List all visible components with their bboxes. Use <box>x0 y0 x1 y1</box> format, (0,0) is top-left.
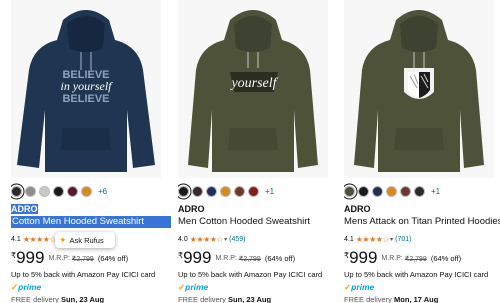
mrp-label: M.R.P: <box>215 255 237 262</box>
color-swatch[interactable] <box>67 185 78 197</box>
delivery-info: FREE delivery Sun, 23 Aug <box>178 295 271 303</box>
mrp-value: ₹2,799 <box>238 256 261 263</box>
product-card[interactable]: yourself +1 ADRO Men Cotton Hooded Sweat… <box>178 0 338 303</box>
color-swatch[interactable] <box>344 185 355 197</box>
prime-badge: ✓prime <box>11 282 41 293</box>
chevron-down-icon[interactable]: ▾ <box>390 236 393 243</box>
mrp-value: ₹2,799 <box>404 256 427 263</box>
prime-label: prime <box>351 282 375 292</box>
prime-badge: ✓prime <box>344 282 374 293</box>
color-swatch[interactable] <box>358 185 369 197</box>
color-swatch[interactable] <box>81 185 92 197</box>
price: 999 <box>349 248 378 267</box>
product-title[interactable]: Men Cotton Hooded Sweatshirt <box>178 216 338 228</box>
prime-label: prime <box>185 282 209 292</box>
delivery-date: Sun, 23 Aug <box>228 295 272 303</box>
mrp-value: ₹2,799 <box>71 256 94 263</box>
delivery-label: FREE delivery <box>344 295 392 303</box>
color-swatch[interactable] <box>386 185 397 197</box>
prime-badge: ✓prime <box>178 282 208 293</box>
rating-value: 4.1 <box>344 235 354 243</box>
discount: (64% off) <box>264 254 296 263</box>
more-colors-link[interactable]: +6 <box>98 187 107 196</box>
cashback-offer: Up to 5% back with Amazon Pay ICICI card <box>178 270 323 279</box>
product-brand: ADRO <box>344 204 371 214</box>
discount: (64% off) <box>430 254 462 263</box>
chevron-down-icon[interactable]: ▾ <box>224 236 227 243</box>
color-swatch[interactable] <box>178 185 189 197</box>
product-brand: ADRO <box>11 204 38 214</box>
discount: (64% off) <box>97 254 129 263</box>
delivery-date: Sun, 23 Aug <box>61 295 105 303</box>
color-swatch[interactable] <box>39 185 50 197</box>
product-brand: ADRO <box>178 204 205 214</box>
product-rating[interactable]: 4.1 ★★★★☆ <box>11 233 57 245</box>
color-swatches: +1 <box>344 184 440 198</box>
price: 999 <box>16 248 45 267</box>
delivery-label: FREE delivery <box>178 295 226 303</box>
star-rating-icon: ★★★★☆ <box>355 234 390 244</box>
ask-rufus-button[interactable]: ✦ Ask Rufus <box>55 232 115 248</box>
review-count[interactable]: (459) <box>229 236 245 243</box>
review-count[interactable]: (701) <box>395 236 411 243</box>
mrp-label: M.R.P: <box>48 255 70 262</box>
rufus-icon: ✦ <box>59 234 67 245</box>
product-grid: BELIEVE in yourself BELIEVE +6 ADRO Cott… <box>0 0 500 303</box>
print-text-believe-bottom: BELIEVE <box>62 93 109 105</box>
color-swatch[interactable] <box>206 185 217 197</box>
color-swatch[interactable] <box>11 185 22 197</box>
color-swatch[interactable] <box>234 185 245 197</box>
delivery-info: FREE delivery Mon, 17 Aug <box>344 295 438 303</box>
product-rating[interactable]: 4.1 ★★★★☆ ▾ (701) <box>344 233 411 245</box>
delivery-info: FREE delivery Sun, 23 Aug <box>11 295 104 303</box>
rating-value: 4.1 <box>11 235 21 243</box>
color-swatch[interactable] <box>53 185 64 197</box>
delivery-label: FREE delivery <box>11 295 59 303</box>
delivery-date: Mon, 17 Aug <box>394 295 439 303</box>
color-swatch[interactable] <box>400 185 411 197</box>
color-swatch[interactable] <box>414 185 425 197</box>
color-swatch[interactable] <box>25 185 36 197</box>
color-swatch[interactable] <box>372 185 383 197</box>
more-colors-link[interactable]: +1 <box>265 187 274 196</box>
wings-of-freedom-emblem-icon <box>404 68 434 99</box>
price-row: ₹ 999 M.R.P: ₹2,799 (64% off) <box>344 249 461 267</box>
color-swatches: +1 <box>178 184 274 198</box>
product-image[interactable] <box>344 0 494 178</box>
color-swatch[interactable] <box>220 185 231 197</box>
product-card[interactable]: BELIEVE in yourself BELIEVE +6 ADRO Cott… <box>11 0 171 303</box>
product-image[interactable]: yourself <box>178 0 328 178</box>
cashback-offer: Up to 5% back with Amazon Pay ICICI card <box>344 270 489 279</box>
product-title[interactable]: Mens Attack on Titan Printed Hoodies <box>344 216 500 228</box>
mrp-label: M.R.P: <box>381 255 403 262</box>
rating-value: 4.0 <box>178 235 188 243</box>
print-text-yourself: in yourself <box>61 79 114 93</box>
product-image[interactable]: BELIEVE in yourself BELIEVE <box>11 0 161 178</box>
product-title[interactable]: Cotton Men Hooded Sweatshirt <box>11 216 171 228</box>
product-card[interactable]: +1 ADRO Mens Attack on Titan Printed Hoo… <box>344 0 500 303</box>
more-colors-link[interactable]: +1 <box>431 187 440 196</box>
print-text-yourself: yourself <box>229 76 278 91</box>
prime-label: prime <box>18 282 42 292</box>
color-swatches: +6 <box>11 184 107 198</box>
price-row: ₹ 999 M.R.P: ₹2,799 (64% off) <box>178 249 295 267</box>
color-swatch[interactable] <box>248 185 259 197</box>
star-rating-icon: ★★★★☆ <box>22 234 57 244</box>
product-rating[interactable]: 4.0 ★★★★☆ ▾ (459) <box>178 233 245 245</box>
ask-rufus-label: Ask Rufus <box>69 235 104 245</box>
star-rating-icon: ★★★★☆ <box>189 234 224 244</box>
color-swatch[interactable] <box>192 185 203 197</box>
price: 999 <box>183 248 212 267</box>
cashback-offer: Up to 5% back with Amazon Pay ICICI card <box>11 270 156 279</box>
price-row: ₹ 999 M.R.P: ₹2,799 (64% off) <box>11 249 128 267</box>
